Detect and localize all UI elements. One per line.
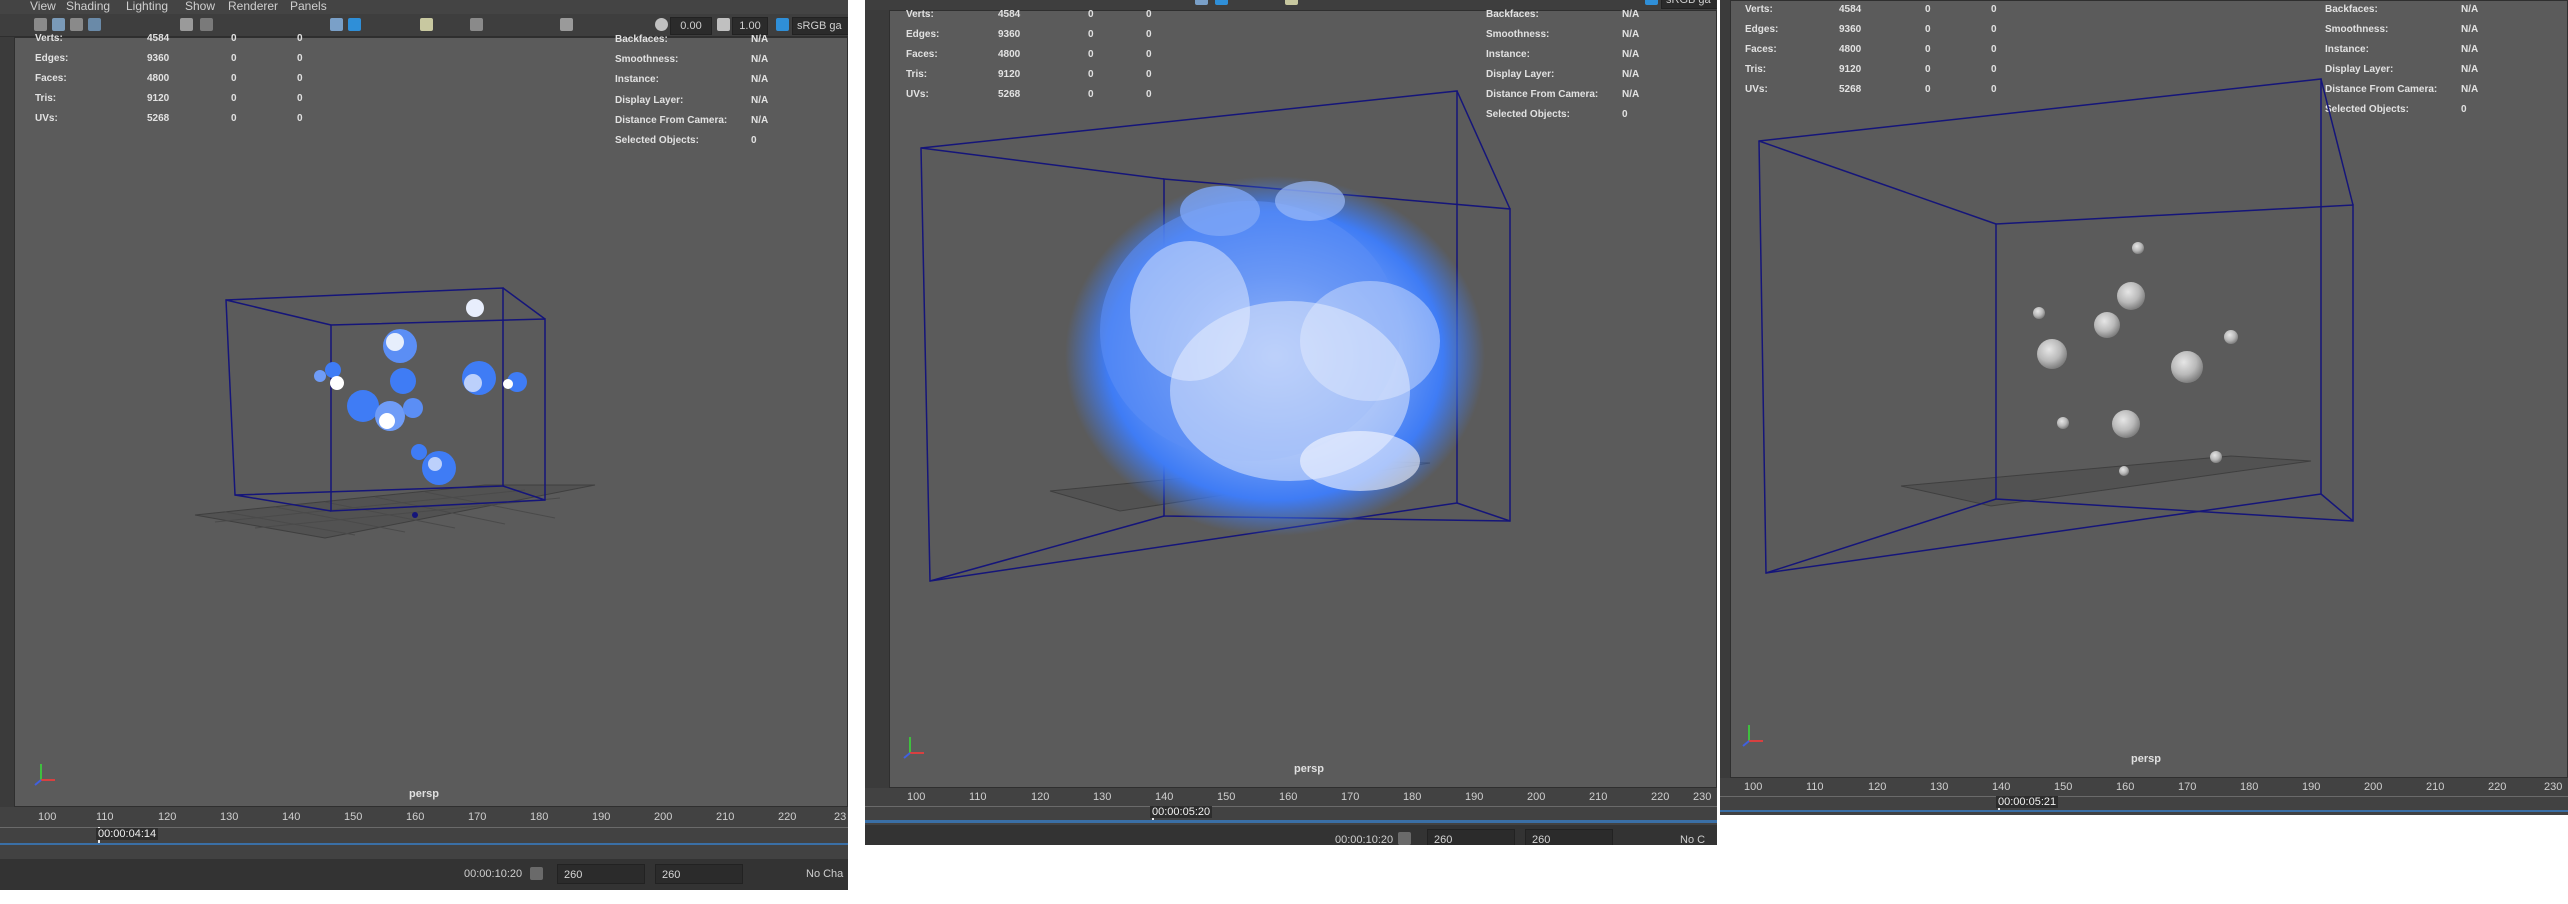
viewport-panel-2: sRGB ga Verts: 4584 0 0 Edges: 9360 0 0 Faces:… [865, 0, 1717, 845]
bounding-box [1758, 78, 2354, 574]
camera-select-icon[interactable] [34, 18, 47, 31]
smooth-shade-icon[interactable] [348, 18, 361, 31]
timeline-blue-strip [0, 843, 848, 845]
range-slider: 00:00:10:20 260 260 No Cha [0, 859, 848, 890]
left-scroll-strip[interactable] [865, 10, 889, 788]
menu-lighting[interactable]: Lighting [126, 0, 168, 13]
range-end-field[interactable]: 260 [655, 864, 743, 884]
wireframe-icon[interactable] [1195, 0, 1208, 5]
menu-shading[interactable]: Shading [66, 0, 110, 13]
current-timecode: 00:00:05:21 [1996, 796, 2059, 808]
menu-renderer[interactable]: Renderer [228, 0, 278, 13]
bookmark-icon[interactable] [70, 18, 83, 31]
timeline-blue-strip [865, 820, 1717, 823]
char-set-label[interactable]: No Cha [806, 868, 843, 880]
left-scroll-strip[interactable] [1720, 0, 1730, 778]
spheres [2033, 242, 2238, 476]
lights-icon[interactable] [1285, 0, 1298, 5]
time-slider[interactable]: 100 110 120 130 140 150 160 170 180 190 … [0, 807, 848, 859]
exposure-icon[interactable] [655, 18, 668, 31]
range-start-field[interactable]: 260 [557, 864, 645, 884]
current-timecode: 00:00:05:20 [1150, 806, 1213, 818]
end-time-label: 00:00:10:20 [1335, 834, 1394, 845]
viewport-persp[interactable]: Verts: 4584 0 0 Edges: 9360 0 0 Faces: 4800 0 0 T… [1730, 0, 2568, 778]
gamma-icon[interactable] [717, 18, 730, 31]
time-slider[interactable]: 100 110 120 130 140 150 160 170 180 190 … [1720, 778, 2568, 815]
image-plane-icon[interactable] [88, 18, 101, 31]
axis-gizmo-icon [1742, 725, 1763, 747]
isolate-icon[interactable] [560, 18, 573, 31]
fluid-splash [1065, 176, 1485, 536]
range-lock-icon[interactable] [530, 867, 543, 880]
left-scroll-strip[interactable] [0, 37, 14, 807]
color-space-icon[interactable] [1645, 0, 1658, 5]
camera-label: persp [1294, 763, 1324, 775]
axis-gizmo-icon [34, 764, 55, 786]
range-start-field[interactable]: 260 [1427, 829, 1515, 845]
range-slider: 00:00:10:20 260 260 No C [865, 825, 1717, 845]
viewport-persp[interactable]: Verts: 4584 0 0 Edges: 9360 0 0 Faces: 4800 0 0 T… [889, 9, 1717, 788]
viewport-persp[interactable]: Verts: 4584 0 0 Edges: 9360 0 0 Faces: 4800 0 0 T… [14, 33, 848, 807]
ground-grid [1900, 455, 2312, 507]
ground-grid [194, 484, 596, 539]
axis-gizmo-icon [903, 737, 924, 759]
color-space-icon[interactable] [776, 18, 789, 31]
bounding-box [225, 287, 546, 512]
current-timecode: 00:00:04:14 [96, 828, 159, 840]
menu-panels[interactable]: Panels [290, 0, 327, 13]
particle-scene-3 [1758, 78, 2354, 574]
wireframe-icon[interactable] [330, 18, 343, 31]
smooth-shade-icon[interactable] [1215, 0, 1228, 5]
camera-label: persp [409, 788, 439, 800]
char-set-label[interactable]: No C [1680, 834, 1705, 845]
end-time-label: 00:00:10:20 [464, 868, 523, 880]
grid-icon[interactable] [180, 18, 193, 31]
time-slider[interactable]: 100 110 120 130 140 150 160 170 180 190 … [865, 788, 1717, 825]
camera-label: persp [2131, 753, 2161, 765]
lights-icon[interactable] [420, 18, 433, 31]
panel-menubar: View Shading Lighting Show Renderer Pane… [0, 0, 848, 14]
timeline-blue-strip [1720, 810, 2568, 812]
fluid-scene-1 [194, 287, 596, 539]
fluid-scene-2 [920, 90, 1511, 582]
film-gate-icon[interactable] [200, 18, 213, 31]
viewport-panel-1: View Shading Lighting Show Renderer Pane… [0, 0, 848, 890]
camera-attr-icon[interactable] [52, 18, 65, 31]
range-lock-icon[interactable] [1398, 832, 1411, 845]
range-end-field[interactable]: 260 [1525, 829, 1613, 845]
menu-view[interactable]: View [30, 0, 56, 13]
xray-icon[interactable] [470, 18, 483, 31]
viewport-panel-3: Verts: 4584 0 0 Edges: 9360 0 0 Faces: 4800 0 0 T… [1720, 0, 2568, 815]
menu-show[interactable]: Show [185, 0, 215, 13]
